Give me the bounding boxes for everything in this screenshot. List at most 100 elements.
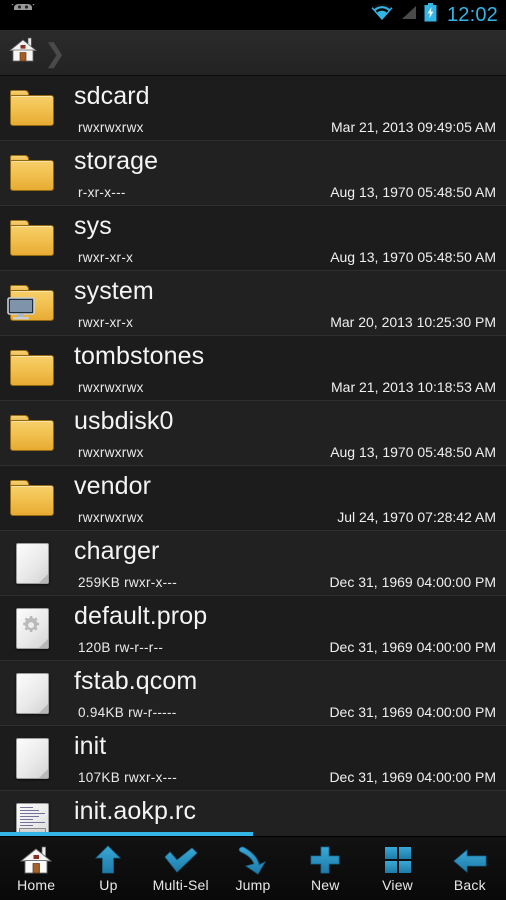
folder-icon [10,155,54,191]
toolbar-item-view[interactable]: View [361,837,433,900]
file-row-text: system rwxr-xr-x Mar 20, 2013 10:25:30 PM [64,271,506,336]
file-row-text: sdcard rwxrwxrwx Mar 21, 2013 09:49:05 AM [64,76,506,141]
file-row[interactable]: init.aokp.rc [0,791,506,836]
file-row-text: charger 259KB rwxr-x--- Dec 31, 1969 04:00… [64,531,506,596]
file-list[interactable]: sdcard rwxrwxrwx Mar 21, 2013 09:49:05 AM s… [0,76,506,836]
file-row-meta: rwxr-xr-x [78,314,134,330]
file-row[interactable]: init 107KB rwxr-x--- Dec 31, 1969 04:00:00… [0,726,506,791]
file-icon [15,737,49,779]
toolbar-item-new[interactable]: New [289,837,361,900]
file-row-text: fstab.qcom 0.94KB rw-r----- Dec 31, 1969 0… [64,661,506,726]
file-row[interactable]: storage r-xr-x--- Aug 13, 1970 05:48:50 AM [0,141,506,206]
file-row-icon [0,466,64,531]
monitor-icon [7,297,37,321]
file-row-text: vendor rwxrwxrwx Jul 24, 1970 07:28:42 AM [64,466,506,531]
file-row-icon [0,76,64,141]
toolbar-item-label: Back [453,876,486,893]
chevron-right-icon: ❯ [44,37,66,68]
file-row-meta: 120B rw-r--r-- [78,639,164,655]
file-row[interactable]: vendor rwxrwxrwx Jul 24, 1970 07:28:42 AM [0,466,506,531]
file-row[interactable]: system rwxr-xr-x Mar 20, 2013 10:25:30 PM [0,271,506,336]
arrow-up-icon [92,844,124,875]
toolbar-item-label: View [382,876,413,893]
file-row-meta: rwxrwxrwx [78,444,144,460]
file-icon [15,672,49,714]
file-row-name: fstab.qcom [74,666,198,695]
checkmark-icon [163,845,199,875]
file-row[interactable]: sys rwxr-xr-x Aug 13, 1970 05:48:50 AM [0,206,506,271]
file-row-date: Aug 13, 1970 05:48:50 AM [330,183,496,200]
status-bar-notifications [10,1,371,27]
file-row-name: storage [74,146,159,175]
toolbar-item-multi-sel[interactable]: Multi-Sel [145,837,217,900]
file-row[interactable]: usbdisk0 rwxrwxrwx Aug 13, 1970 05:48:50 A… [0,401,506,466]
grid-icon [383,845,413,875]
file-row-text: usbdisk0 rwxrwxrwx Aug 13, 1970 05:48:50 A… [64,401,506,466]
file-row-date: Aug 13, 1970 05:48:50 AM [330,248,496,265]
toolbar-item-label: Up [99,876,118,893]
file-row[interactable]: tombstones rwxrwxrwx Mar 21, 2013 10:18:53… [0,336,506,401]
breadcrumb[interactable]: ❯ [0,30,506,76]
file-row-meta: 107KB rwxr-x--- [78,769,178,785]
status-bar-clock: 12:02 [446,3,498,26]
file-row-date: Mar 20, 2013 10:25:30 PM [330,313,496,330]
file-row[interactable]: default.prop 120B rw-r--r-- Dec 31, 1969 0… [0,596,506,661]
bottom-toolbar[interactable]: Home Up Multi-Sel Jump New View Back [0,836,506,900]
file-row-date: Dec 31, 1969 04:00:00 PM [329,638,496,655]
file-row-name: tombstones [74,341,205,370]
file-row-meta: rwxrwxrwx [78,509,144,525]
file-row-icon [0,141,64,206]
file-row-name: init [74,731,107,760]
file-row-icon [0,661,64,726]
android-robot-icon [10,1,36,27]
file-row-meta: 259KB rwxr-x--- [78,574,178,590]
file-row[interactable]: sdcard rwxrwxrwx Mar 21, 2013 09:49:05 AM [0,76,506,141]
file-row-name: vendor [74,471,152,500]
file-text-icon [15,802,49,836]
file-row-meta: rwxrwxrwx [78,379,144,395]
wifi-icon [371,3,393,26]
file-row[interactable]: fstab.qcom 0.94KB rw-r----- Dec 31, 1969 0… [0,661,506,726]
file-row-text: init.aokp.rc [64,791,506,837]
file-row-text: default.prop 120B rw-r--r-- Dec 31, 1969 0… [64,596,506,661]
file-row-meta: rwxrwxrwx [78,119,144,135]
file-row-icon [0,271,64,336]
file-row-icon [0,531,64,596]
folder-icon [10,220,54,256]
file-settings-icon [15,607,49,649]
file-row-name: sys [74,211,112,240]
file-row-date: Dec 31, 1969 04:00:00 PM [329,573,496,590]
toolbar-item-back[interactable]: Back [434,837,506,900]
toolbar-item-up[interactable]: Up [72,837,144,900]
file-row-text: tombstones rwxrwxrwx Mar 21, 2013 10:18:53… [64,336,506,401]
file-row-date: Mar 21, 2013 10:18:53 AM [331,378,496,395]
status-bar-system-icons: 12:02 [371,3,498,27]
file-icon [15,542,49,584]
plus-icon [309,845,341,875]
file-row-date: Dec 31, 1969 04:00:00 PM [329,768,496,785]
toolbar-item-jump[interactable]: Jump [217,837,289,900]
toolbar-item-label: Home [17,876,56,893]
file-row-icon [0,791,64,836]
toolbar-item-label: Multi-Sel [152,876,209,893]
toolbar-item-home[interactable]: Home [0,837,72,900]
battery-charging-icon [424,3,437,27]
toolbar-item-label: New [310,876,340,893]
file-row-icon [0,596,64,661]
file-row-icon [0,401,64,466]
file-row-date: Dec 31, 1969 04:00:00 PM [329,703,496,720]
file-row-date: Jul 24, 1970 07:28:42 AM [337,508,496,525]
file-manager-screen: 12:02 ❯ sdcard rwxrwxrwx Mar 21, 2013 09:4… [0,0,506,900]
file-row-name: init.aokp.rc [74,796,197,825]
breadcrumb-item-root[interactable]: ❯ [8,35,66,70]
file-row-date: Mar 21, 2013 09:49:05 AM [331,118,496,135]
arrow-left-icon [453,845,487,875]
file-row[interactable]: charger 259KB rwxr-x--- Dec 31, 1969 04:00… [0,531,506,596]
file-row-date: Aug 13, 1970 05:48:50 AM [330,443,496,460]
file-row-icon [0,336,64,401]
file-row-text: storage r-xr-x--- Aug 13, 1970 05:48:50 AM [64,141,506,206]
curved-arrow-icon [236,845,270,875]
folder-icon [10,350,54,386]
home-icon [19,845,53,875]
home-icon [8,35,38,70]
